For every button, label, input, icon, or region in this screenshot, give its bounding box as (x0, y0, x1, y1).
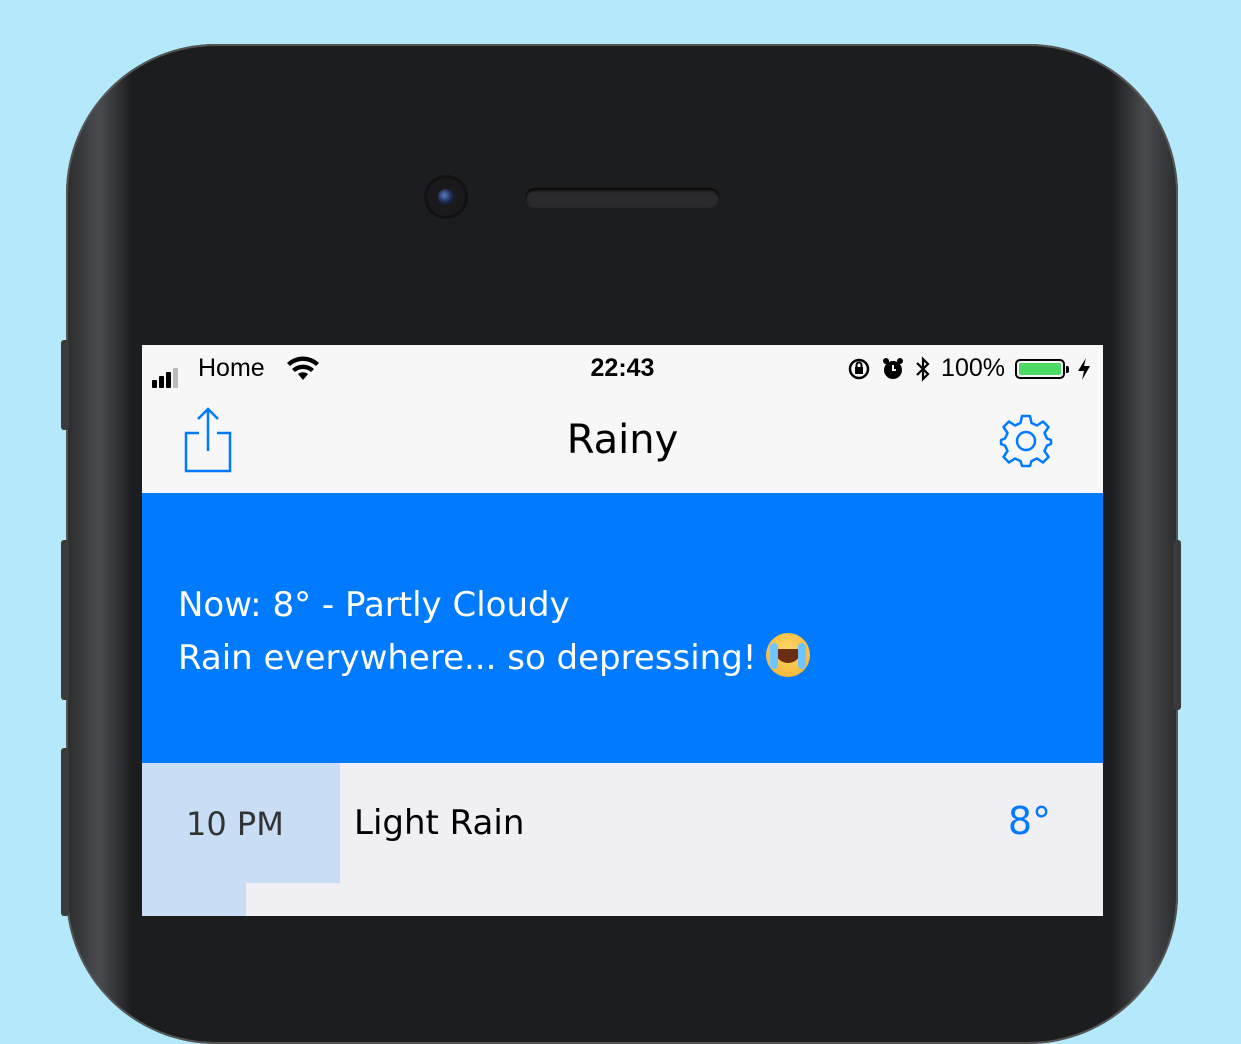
forecast-temperature: 8° (1007, 799, 1051, 843)
volume-up-button (61, 540, 69, 700)
current-conditions: Now: 8° - Partly Cloudy (178, 585, 570, 625)
current-weather-banner: Now: 8° - Partly Cloudy Rain everywhere.… (142, 493, 1103, 763)
bluetooth-icon (916, 355, 930, 382)
power-button (1173, 540, 1181, 710)
next-forecast-hour-cell (142, 883, 246, 916)
gear-icon[interactable] (998, 413, 1054, 469)
weather-comment-text: Rain everywhere... so depressing! (178, 638, 757, 678)
forecast-condition: Light Rain (354, 803, 525, 843)
forecast-row[interactable]: 10 PM Light Rain 8° (142, 763, 1103, 883)
orientation-lock-icon (848, 358, 870, 379)
navigation-bar: Rainy (142, 391, 1103, 494)
volume-down-button (61, 748, 69, 916)
page-title: Rainy (566, 417, 679, 463)
crying-face-icon (766, 633, 811, 677)
front-camera (427, 178, 465, 216)
charging-icon (1078, 357, 1090, 380)
mute-switch (61, 340, 69, 430)
status-bar: Home 22:43 100% (142, 345, 1103, 391)
battery-icon (1015, 358, 1069, 379)
forecast-hour: 10 PM (186, 805, 284, 843)
weather-comment: Rain everywhere... so depressing! (178, 633, 811, 678)
battery-percent: 100% (941, 354, 1005, 382)
alarm-icon (883, 357, 904, 379)
app-screen: Home 22:43 100% Rainy Now: 8° - Partly C… (142, 345, 1103, 916)
earpiece-speaker (525, 188, 720, 208)
